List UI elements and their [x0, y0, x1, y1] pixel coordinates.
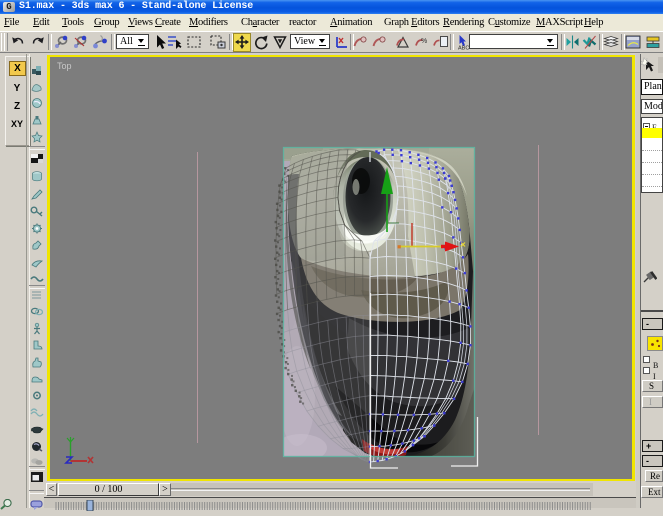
svg-text:Top: Top: [57, 61, 72, 71]
svg-text:ABC: ABC: [458, 46, 469, 51]
svg-text:%: %: [421, 38, 427, 45]
